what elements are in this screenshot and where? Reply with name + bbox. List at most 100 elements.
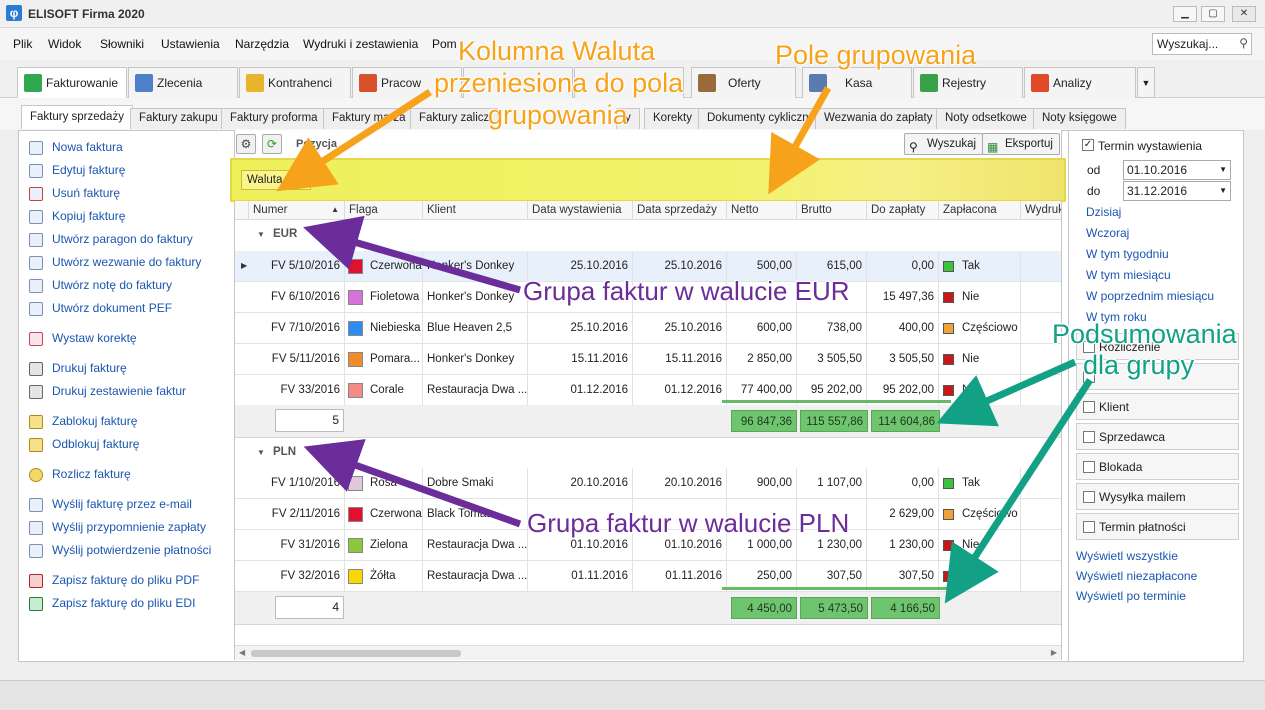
tab-rejestry[interactable]: Rejestry [913, 67, 1023, 98]
action-utworz-pef[interactable]: Utwórz dokument PEF [26, 301, 172, 319]
action-zapisz-edi[interactable]: Zapisz fakturę do pliku EDI [26, 596, 195, 614]
menu-slowniki[interactable]: Słowniki [100, 37, 144, 51]
collapse-arrow-icon[interactable]: ▼ [257, 230, 265, 239]
action-utworz-paragon[interactable]: Utwórz paragon do faktury [26, 232, 193, 250]
action-edytuj-fakture[interactable]: Edytuj fakturę [26, 163, 125, 181]
action-odblokuj-fakture[interactable]: Odblokuj fakturę [26, 437, 139, 455]
column-data-wystawienia[interactable]: Data wystawienia [528, 201, 633, 220]
filter-checkbox[interactable] [1083, 401, 1095, 413]
action-drukuj-fakture[interactable]: Drukuj fakturę [26, 361, 127, 379]
settings-gear-icon[interactable]: ⚙ [236, 134, 256, 154]
menu-wydruki[interactable]: Wydruki i zestawienia [303, 37, 418, 51]
filter-sprzedawca[interactable]: Sprzedawca [1076, 423, 1239, 450]
action-utworz-note[interactable]: Utwórz notę do faktury [26, 278, 172, 296]
termin-wystawienia-checkbox[interactable]: ✓ [1082, 139, 1094, 151]
action-wystaw-korekte[interactable]: Wystaw korektę [26, 331, 137, 349]
subtab-faktury-zaliczkowe[interactable]: Faktury zalicz [410, 108, 499, 129]
group-row-eur[interactable]: ▼ EUR [235, 220, 1061, 248]
column-data-sprzedazy[interactable]: Data sprzedaży [633, 201, 727, 220]
group-row-pln[interactable]: ▼ PLN [235, 438, 1061, 466]
menu-widok[interactable]: Widok [48, 37, 81, 51]
column-zaplacona[interactable]: Zapłacona [939, 201, 1021, 220]
menu-plik[interactable]: Plik [13, 37, 32, 51]
link-wyswietl-po-terminie[interactable]: Wyświetl po terminie [1076, 589, 1186, 603]
tab-kontrahenci[interactable]: Kontrahenci [239, 67, 351, 98]
horizontal-scrollbar[interactable]: ◀ ▶ [235, 645, 1061, 660]
grouping-panel[interactable]: Waluta ▲ [230, 158, 1066, 202]
filter-klient[interactable]: Klient [1076, 393, 1239, 420]
column-netto[interactable]: Netto [727, 201, 797, 220]
filter-termin-platnosci[interactable]: Termin płatności [1076, 513, 1239, 540]
refresh-icon[interactable]: ⟳ [262, 134, 282, 154]
close-button[interactable]: ✕ [1232, 6, 1256, 22]
scroll-left-icon[interactable]: ◀ [239, 648, 245, 657]
subtab-faktury-proforma[interactable]: Faktury proforma [221, 108, 327, 129]
menu-ustawienia[interactable]: Ustawienia [161, 37, 220, 51]
subtab-faktury-marza[interactable]: Faktury marża [323, 108, 415, 129]
filter-wysylka-mailem[interactable]: Wysyłka mailem [1076, 483, 1239, 510]
action-kopiuj-fakture[interactable]: Kopiuj fakturę [26, 209, 125, 227]
column-do-zaplaty[interactable]: Do zapłaty [867, 201, 939, 220]
column-numer[interactable]: Numer ▲ [249, 201, 345, 220]
menu-narzedzia[interactable]: Narzędzia [235, 37, 289, 51]
date-to-input[interactable]: 31.12.2016 ▼ [1123, 181, 1231, 201]
ribbon-more-button[interactable]: ▼ [1137, 67, 1155, 98]
scroll-right-icon[interactable]: ▶ [1051, 648, 1057, 657]
column-klient[interactable]: Klient [423, 201, 528, 220]
column-brutto[interactable]: Brutto [797, 201, 867, 220]
tab-analizy[interactable]: Analizy [1024, 67, 1136, 98]
action-wyslij-przypomnienie[interactable]: Wyślij przypomnienie zapłaty [26, 520, 206, 538]
action-usun-fakture[interactable]: Usuń fakturę [26, 186, 120, 204]
quick-wczoraj[interactable]: Wczoraj [1086, 226, 1129, 240]
table-row[interactable]: FV 5/11/2016 Pomara... Honker's Donkey 15.1… [235, 344, 1061, 375]
tab-zlecenia[interactable]: Zlecenia [128, 67, 238, 98]
menu-pomoc[interactable]: Pom [432, 37, 457, 51]
tab-oferty[interactable]: Oferty [691, 67, 796, 98]
action-nowa-faktura[interactable]: Nowa faktura [26, 140, 123, 158]
global-search-input[interactable]: Wyszukaj... ⚲ [1152, 33, 1252, 55]
collapse-arrow-icon[interactable]: ▼ [257, 448, 265, 457]
group-name: EUR [273, 228, 298, 240]
quick-dzisiaj[interactable]: Dzisiaj [1086, 205, 1121, 219]
filter-blokada[interactable]: Blokada [1076, 453, 1239, 480]
action-zapisz-pdf[interactable]: Zapisz fakturę do pliku PDF [26, 573, 199, 591]
date-from-input[interactable]: 01.10.2016 ▼ [1123, 160, 1231, 180]
subtab-noty-odsetkowe[interactable]: Noty odsetkowe [936, 108, 1036, 129]
filter-checkbox[interactable] [1083, 431, 1095, 443]
export-button[interactable]: ▦ Eksportuj [982, 133, 1060, 155]
filter-checkbox[interactable] [1083, 461, 1095, 473]
column-flaga[interactable]: Flaga [345, 201, 423, 220]
subtab-dokumenty-cykliczne[interactable]: Dokumenty cykliczne [698, 108, 825, 129]
action-rozlicz-fakture[interactable]: Rozlicz fakturę [26, 467, 131, 485]
subtab-noty-ksiegowe[interactable]: Noty księgowe [1033, 108, 1126, 129]
maximize-button[interactable]: ▢ [1201, 6, 1225, 22]
table-row[interactable]: FV 7/10/2016 Niebieska Blue Heaven 2,5 25.1… [235, 313, 1061, 344]
subtab-wezwania[interactable]: Wezwania do zapłaty [815, 108, 942, 129]
link-wyswietl-niezaplacone[interactable]: Wyświetl niezapłacone [1076, 569, 1197, 583]
tab-fakturowanie[interactable]: Fakturowanie [17, 67, 127, 99]
action-drukuj-zestawienie[interactable]: Drukuj zestawienie faktur [26, 384, 186, 402]
dropdown-arrow-icon[interactable]: ▼ [1219, 182, 1227, 200]
action-wyslij-potwierdzenie[interactable]: Wyślij potwierdzenie płatności [26, 543, 211, 561]
action-wyslij-email[interactable]: Wyślij fakturę przez e-mail [26, 497, 192, 515]
dropdown-arrow-icon[interactable]: ▼ [1219, 161, 1227, 179]
binoculars-icon[interactable]: ⚲ [1239, 36, 1248, 50]
tab-kasa[interactable]: Kasa [802, 67, 912, 98]
scrollbar-thumb[interactable] [251, 650, 461, 657]
minimize-button[interactable]: ▁ [1173, 6, 1197, 22]
action-zablokuj-fakture[interactable]: Zablokuj fakturę [26, 414, 137, 432]
quick-w-poprzednim-miesiacu[interactable]: W poprzednim miesiącu [1086, 289, 1214, 303]
quick-w-tym-tygodniu[interactable]: W tym tygodniu [1086, 247, 1169, 261]
subtab-faktury-zakupu[interactable]: Faktury zakupu [130, 108, 227, 129]
action-utworz-wezwanie[interactable]: Utwórz wezwanie do faktury [26, 255, 201, 273]
subtab-korekty[interactable]: Korekty [644, 108, 701, 129]
subtab-faktury-sprzedazy[interactable]: Faktury sprzedaży [21, 105, 133, 129]
group-by-currency-chip[interactable]: Waluta ▲ [241, 170, 311, 190]
column-wydruk[interactable]: Wydruk [1021, 201, 1061, 220]
search-button[interactable]: ⚲ Wyszukaj [904, 133, 984, 155]
quick-w-tym-miesiacu[interactable]: W tym miesiącu [1086, 268, 1171, 282]
table-row[interactable]: FV 1/10/2016 Rosa Dobre Smaki 20.10.2016 20.… [235, 468, 1061, 499]
filter-checkbox[interactable] [1083, 521, 1095, 533]
link-wyswietl-wszystkie[interactable]: Wyświetl wszystkie [1076, 549, 1178, 563]
filter-checkbox[interactable] [1083, 491, 1095, 503]
